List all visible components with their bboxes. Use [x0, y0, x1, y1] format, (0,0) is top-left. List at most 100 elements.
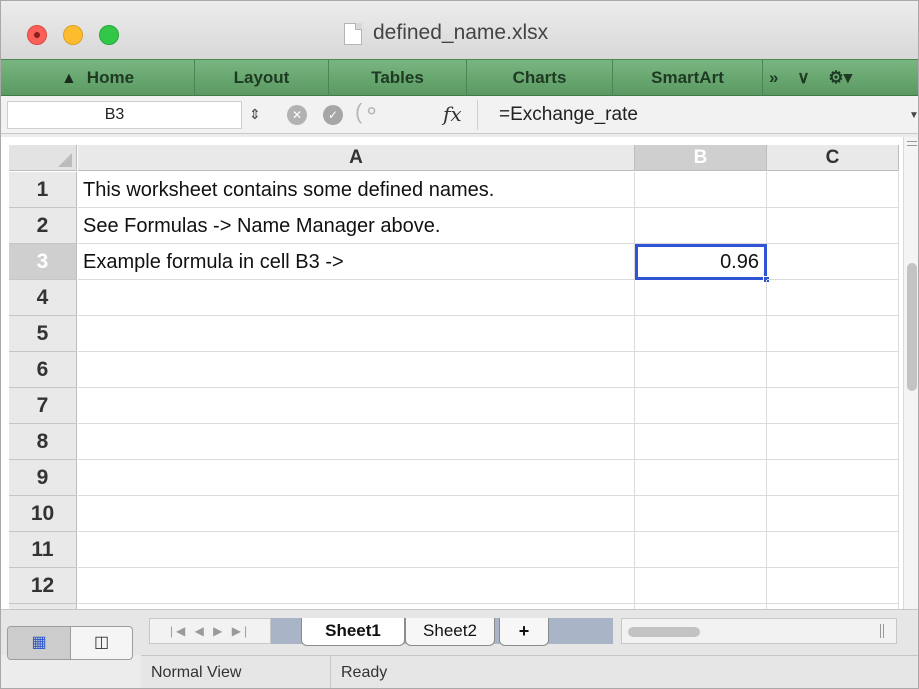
cell-c8[interactable] — [767, 424, 899, 460]
column-header-a[interactable]: A — [78, 145, 635, 171]
select-all-button[interactable] — [9, 145, 77, 171]
table-row: 4 — [9, 280, 899, 316]
cell-a6[interactable] — [78, 352, 635, 388]
row-header-8[interactable]: 8 — [9, 424, 77, 460]
cell-b6[interactable] — [635, 352, 767, 388]
row-header-2[interactable]: 2 — [9, 208, 77, 244]
column-header-b[interactable]: B — [635, 145, 767, 171]
cell-b12[interactable] — [635, 568, 767, 604]
name-box-stepper-icon[interactable]: ⇕ — [249, 106, 261, 123]
cell-a1[interactable]: This worksheet contains some defined nam… — [78, 172, 635, 208]
gear-icon[interactable]: ⚙▾ — [828, 68, 852, 87]
cell-a12[interactable] — [78, 568, 635, 604]
page-layout-view-icon[interactable]: ◫ — [70, 627, 132, 659]
row-header-10[interactable]: 10 — [9, 496, 77, 532]
cell-a9[interactable] — [78, 460, 635, 496]
fx-icon[interactable]: fx — [443, 102, 462, 126]
formula-expand-icon[interactable]: ▼ — [909, 110, 918, 121]
cell-a8[interactable] — [78, 424, 635, 460]
cell-c6[interactable] — [767, 352, 899, 388]
formula-input[interactable]: =Exchange_rate — [499, 104, 638, 126]
cell-c9[interactable] — [767, 460, 899, 496]
formula-bar: B3 ⇕ ✕ ✓ (⚬ fx =Exchange_rate ▼ — [1, 96, 918, 134]
cell-c2[interactable] — [767, 208, 899, 244]
spreadsheet-grid: A B C 1 This worksheet contains some defi… — [1, 137, 903, 609]
cell-c1[interactable] — [767, 172, 899, 208]
excel-window: defined_name.xlsx ▲ Home Layout Tables Ch… — [0, 0, 919, 689]
table-row: 6 — [9, 352, 899, 388]
row-header-4[interactable]: 4 — [9, 280, 77, 316]
cell-c4[interactable] — [767, 280, 899, 316]
cell-b11[interactable] — [635, 532, 767, 568]
row-header-5[interactable]: 5 — [9, 316, 77, 352]
row-header-1[interactable]: 1 — [9, 172, 77, 208]
chevron-down-icon[interactable]: ∨ — [797, 68, 809, 87]
cell-c11[interactable] — [767, 532, 899, 568]
row-header-7[interactable]: 7 — [9, 388, 77, 424]
cell-a7[interactable] — [78, 388, 635, 424]
sheet-tab-sheet1[interactable]: Sheet1 — [301, 618, 405, 646]
status-view: Normal View — [141, 656, 331, 688]
row-header-11[interactable]: 11 — [9, 532, 77, 568]
table-row: 12 — [9, 568, 899, 604]
tab-layout[interactable]: Layout — [195, 60, 329, 96]
table-row: 8 — [9, 424, 899, 460]
sheet-nav-arrows-icon[interactable]: |◀ ◀ ▶ ▶| — [149, 618, 271, 644]
sheet-tab-sheet2[interactable]: Sheet2 — [405, 618, 495, 646]
zoom-window-button[interactable] — [99, 25, 119, 45]
cell-b7[interactable] — [635, 388, 767, 424]
table-row: 9 — [9, 460, 899, 496]
cancel-entry-icon[interactable]: ✕ — [287, 105, 307, 125]
cell-b8[interactable] — [635, 424, 767, 460]
status-state: Ready — [341, 664, 388, 681]
cell-a4[interactable] — [78, 280, 635, 316]
paren-icon: (⚬ — [355, 99, 381, 124]
cell-c12[interactable] — [767, 568, 899, 604]
name-box[interactable]: B3 — [7, 101, 242, 129]
table-row: 2 See Formulas -> Name Manager above. — [9, 208, 899, 244]
cell-b1[interactable] — [635, 172, 767, 208]
row-header-12[interactable]: 12 — [9, 568, 77, 604]
cell-c10[interactable] — [767, 496, 899, 532]
cell-b2[interactable] — [635, 208, 767, 244]
confirm-entry-icon[interactable]: ✓ — [323, 105, 343, 125]
horizontal-scrollbar[interactable] — [621, 618, 897, 644]
cell-c3[interactable] — [767, 244, 899, 280]
horizontal-scroll-thumb[interactable] — [628, 627, 700, 637]
cell-a5[interactable] — [78, 316, 635, 352]
table-row: 5 — [9, 316, 899, 352]
column-header-c[interactable]: C — [767, 145, 899, 171]
status-bar: Normal View Ready — [141, 655, 918, 688]
table-row: 3 Example formula in cell B3 -> 0.96 — [9, 244, 899, 283]
home-icon: ▲ — [60, 70, 77, 87]
cell-b10[interactable] — [635, 496, 767, 532]
horizontal-split-handle-icon[interactable] — [880, 624, 881, 638]
vertical-scroll-thumb[interactable] — [907, 263, 917, 391]
cell-b4[interactable] — [635, 280, 767, 316]
row-header-3[interactable]: 3 — [9, 244, 77, 280]
add-sheet-button[interactable]: + — [499, 618, 549, 646]
cell-b3[interactable]: 0.96 — [635, 244, 770, 283]
row-header-9[interactable]: 9 — [9, 460, 77, 496]
cell-c7[interactable] — [767, 388, 899, 424]
sheet-tab-bar: ▦ ◫ |◀ ◀ ▶ ▶| Sheet1 Sheet2 + — [1, 609, 918, 660]
cell-a2[interactable]: See Formulas -> Name Manager above. — [78, 208, 635, 244]
cell-a10[interactable] — [78, 496, 635, 532]
tab-tables[interactable]: Tables — [329, 60, 467, 96]
cell-b9[interactable] — [635, 460, 767, 496]
close-window-button[interactable] — [27, 25, 47, 45]
tab-home[interactable]: ▲ Home — [1, 60, 195, 96]
normal-view-icon[interactable]: ▦ — [8, 627, 70, 659]
cell-a3[interactable]: Example formula in cell B3 -> — [78, 244, 635, 280]
row-header-6[interactable]: 6 — [9, 352, 77, 388]
cell-b5[interactable] — [635, 316, 767, 352]
tab-home-label: Home — [86, 68, 135, 87]
split-handle-icon[interactable] — [907, 141, 917, 142]
chevrons-right-icon[interactable]: » — [769, 68, 778, 87]
minimize-window-button[interactable] — [63, 25, 83, 45]
cell-a11[interactable] — [78, 532, 635, 568]
cell-c5[interactable] — [767, 316, 899, 352]
tab-charts[interactable]: Charts — [467, 60, 613, 96]
tab-smartart[interactable]: SmartArt — [613, 60, 763, 96]
vertical-scrollbar[interactable] — [903, 137, 918, 609]
